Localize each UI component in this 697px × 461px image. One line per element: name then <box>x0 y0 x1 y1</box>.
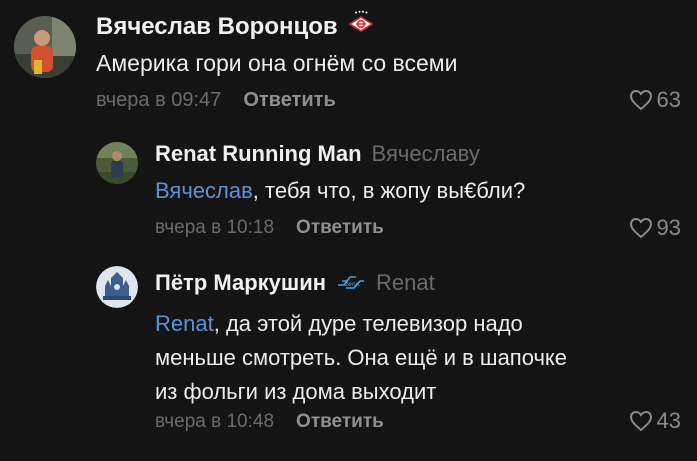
heart-icon <box>629 217 652 239</box>
comment-body: , тебя что, в жопу вы€бли? <box>252 178 526 203</box>
svg-text:zenit: zenit <box>344 281 360 288</box>
like-button[interactable]: 43 <box>629 408 681 434</box>
avatar[interactable] <box>96 142 138 184</box>
reply-button[interactable]: Ответить <box>296 411 384 433</box>
author-name[interactable]: Renat Running Man <box>155 141 362 167</box>
comment-meta: вчера в 09:47 Ответить <box>96 89 336 112</box>
timestamp: вчера в 10:48 <box>155 411 275 432</box>
comment-meta: вчера в 10:48 Ответить <box>155 411 384 433</box>
author-name[interactable]: Вячеслав Воронцов <box>96 13 338 41</box>
comment-text: Америка гори она огнём со всеми <box>96 50 458 76</box>
timestamp: вчера в 09:47 <box>96 89 222 111</box>
reply-to-label[interactable]: Renat <box>376 270 435 296</box>
zenit-logo-icon: zenit <box>336 270 366 296</box>
comment-meta: вчера в 10:18 Ответить <box>155 217 384 239</box>
author-name[interactable]: Пётр Маркушин <box>155 270 326 296</box>
comment-text: Renat, да этой дуре телевизор надо меньш… <box>155 307 567 409</box>
author-line: Renat Running Man Вячеславу <box>155 141 480 167</box>
author-line: Пётр Маркушин zenit Renat <box>155 270 435 296</box>
like-button[interactable]: 63 <box>629 87 681 113</box>
comments-thread: Вячеслав Воронцов Америка гори она огнём… <box>0 0 697 461</box>
mention-link[interactable]: Вячеслав <box>155 178 253 203</box>
timestamp: вчера в 10:18 <box>155 217 275 238</box>
like-button[interactable]: 93 <box>629 215 681 241</box>
avatar[interactable] <box>96 266 138 308</box>
comment-body: , да этой дуре телевизор надо меньше смо… <box>155 311 568 404</box>
reply-to-label[interactable]: Вячеславу <box>372 141 480 167</box>
avatar[interactable] <box>14 16 76 78</box>
heart-icon <box>629 410 652 432</box>
heart-icon <box>629 89 652 111</box>
reply-button[interactable]: Ответить <box>296 217 384 239</box>
like-count: 43 <box>656 408 681 433</box>
like-count: 93 <box>656 215 681 240</box>
author-line: Вячеслав Воронцов <box>96 10 374 43</box>
reply-button[interactable]: Ответить <box>243 89 335 112</box>
mention-link[interactable]: Renat <box>155 311 214 336</box>
like-count: 63 <box>656 87 681 112</box>
comment-text: Вячеслав, тебя что, в жопу вы€бли? <box>155 178 525 204</box>
spartak-logo-icon <box>348 10 374 43</box>
